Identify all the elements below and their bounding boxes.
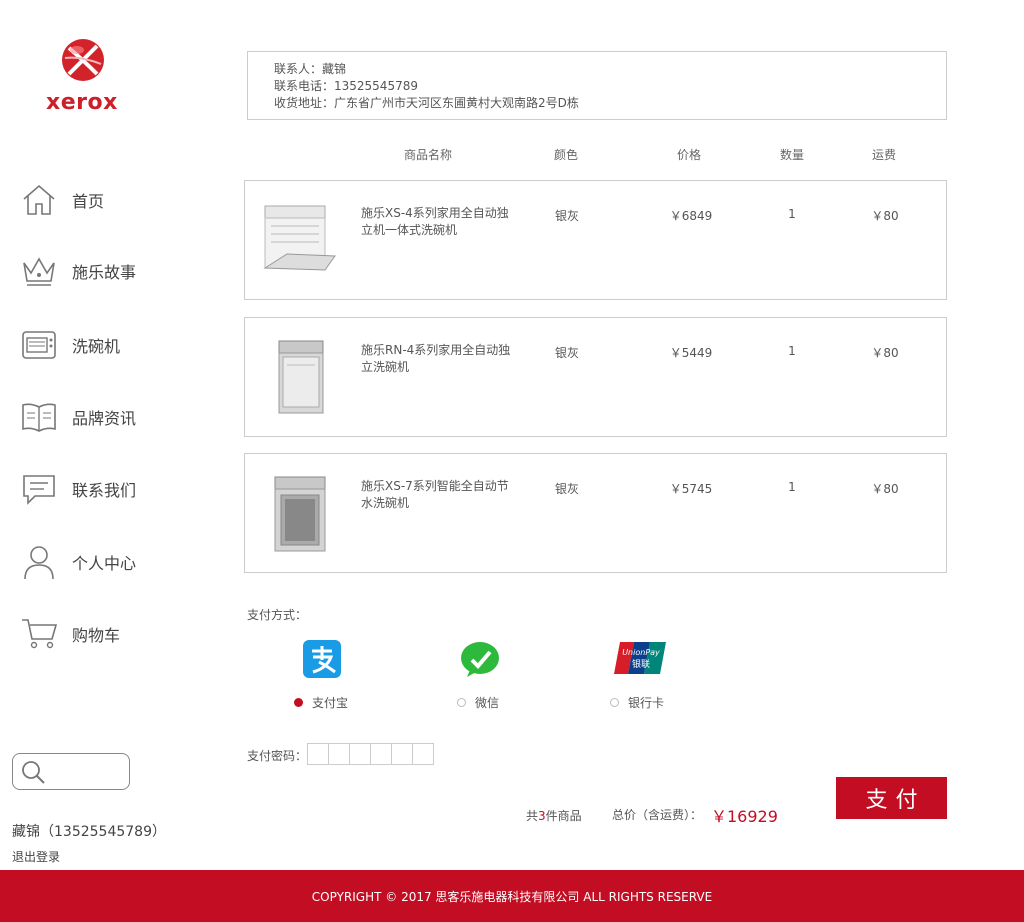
product-shipping: ￥80	[871, 346, 899, 360]
footer-copyright: COPYRIGHT © 2017 思客乐施电器科技有限公司 ALL RIGHTS…	[0, 870, 1024, 922]
radio-selected-icon[interactable]	[294, 698, 303, 707]
radio-unselected-icon[interactable]	[457, 698, 466, 707]
product-color: 银灰	[554, 346, 580, 360]
password-digit-box[interactable]	[391, 743, 413, 765]
product-quantity: 1	[788, 480, 796, 494]
product-image	[263, 205, 336, 271]
password-digit-box[interactable]	[349, 743, 371, 765]
contact-phone: 联系电话：13525545789	[274, 79, 418, 93]
payment-option-wechat[interactable]: 微信	[457, 694, 499, 711]
item-count-suffix: 件商品	[545, 809, 582, 823]
item-count: 共3件商品	[526, 807, 582, 824]
product-name[interactable]: 施乐XS-4系列家用全自动独立机一体式洗碗机	[361, 205, 511, 239]
user-icon	[20, 545, 58, 580]
payment-option-label: 支付宝	[312, 696, 349, 710]
sidebar-item-label: 购物车	[72, 626, 121, 645]
sidebar-item-cart[interactable]: 购物车	[20, 614, 120, 654]
xerox-ball-icon	[62, 39, 104, 81]
payment-password-label: 支付密码：	[247, 749, 308, 763]
contact-name: 联系人：藏锦	[274, 62, 347, 76]
home-icon	[20, 183, 58, 217]
product-quantity: 1	[788, 344, 796, 358]
search-icon	[22, 760, 45, 784]
item-count-prefix: 共	[526, 809, 539, 823]
product-shipping: ￥80	[871, 209, 899, 223]
header-quantity: 数量	[779, 148, 805, 162]
checkout-page: xerox 首页 施乐故事 洗碗机 品牌资讯 联系我们 个人中心 购物车 藏锦（…	[0, 0, 1024, 922]
sidebar-item-news[interactable]: 品牌资讯	[20, 397, 136, 437]
product-price: ￥5449	[669, 346, 713, 360]
payment-password-input[interactable]	[307, 743, 434, 765]
payment-option-label: 微信	[475, 696, 500, 710]
book-icon	[20, 400, 58, 434]
product-color: 银灰	[554, 482, 580, 496]
search-box[interactable]	[12, 753, 130, 790]
payment-method-label: 支付方式：	[247, 608, 308, 622]
sidebar-item-dishwasher[interactable]: 洗碗机	[20, 325, 120, 365]
user-info: 藏锦（13525545789）	[12, 824, 166, 840]
product-price: ￥6849	[669, 209, 713, 223]
crown-icon	[20, 254, 58, 288]
svg-text:银联: 银联	[632, 658, 650, 670]
shipping-address: 联系人：藏锦 联系电话：13525545789 收货地址：广东省广州市天河区东圃…	[247, 51, 947, 120]
payment-option-label: 银行卡	[628, 696, 665, 710]
sidebar-item-label: 洗碗机	[72, 337, 121, 356]
alipay-icon[interactable]	[303, 640, 341, 678]
brand-logo[interactable]: xerox	[44, 38, 124, 118]
password-digit-box[interactable]	[328, 743, 350, 765]
item-count-number: 3	[538, 809, 546, 823]
product-shipping: ￥80	[871, 482, 899, 496]
password-digit-box[interactable]	[370, 743, 392, 765]
delivery-address: 收货地址：广东省广州市天河区东圃黄村大观南路2号D栋	[274, 96, 579, 110]
product-price: ￥5745	[669, 482, 713, 496]
sidebar-item-contact[interactable]: 联系我们	[20, 469, 136, 509]
dishwasher-icon	[20, 328, 58, 362]
header-color: 颜色	[553, 148, 579, 162]
sidebar-item-home[interactable]: 首页	[20, 180, 104, 220]
brand-wordmark: xerox	[46, 90, 118, 115]
header-product-name: 商品名称	[403, 148, 453, 162]
chat-icon	[20, 472, 58, 506]
password-digit-box[interactable]	[412, 743, 434, 765]
product-name[interactable]: 施乐RN-4系列家用全自动独立洗碗机	[361, 342, 511, 376]
sidebar-item-label: 施乐故事	[72, 263, 137, 282]
table-row: 施乐XS-7系列智能全自动节水洗碗机 银灰 ￥5745 1 ￥80	[244, 453, 947, 573]
table-row: 施乐RN-4系列家用全自动独立洗碗机 银灰 ￥5449 1 ￥80	[244, 317, 947, 437]
product-color: 银灰	[554, 209, 580, 223]
header-price: 价格	[676, 148, 702, 162]
sidebar-item-story[interactable]: 施乐故事	[20, 251, 136, 291]
total-price: ￥16929	[711, 807, 778, 826]
password-digit-box[interactable]	[307, 743, 329, 765]
product-name[interactable]: 施乐XS-7系列智能全自动节水洗碗机	[361, 478, 511, 512]
product-quantity: 1	[788, 207, 796, 221]
product-image	[274, 476, 326, 552]
pay-button[interactable]: 支付	[836, 777, 947, 819]
radio-unselected-icon[interactable]	[610, 698, 619, 707]
payment-option-alipay[interactable]: 支付宝	[294, 694, 348, 711]
table-row: 施乐XS-4系列家用全自动独立机一体式洗碗机 银灰 ￥6849 1 ￥80	[244, 180, 947, 300]
header-shipping: 运费	[871, 148, 897, 162]
sidebar-item-label: 品牌资讯	[72, 409, 137, 428]
product-image	[278, 340, 324, 414]
cart-icon	[20, 617, 58, 651]
sidebar-item-label: 首页	[72, 192, 105, 211]
wechat-icon[interactable]	[460, 640, 500, 678]
sidebar-item-label: 个人中心	[72, 554, 137, 573]
logout-link[interactable]: 退出登录	[12, 848, 60, 865]
payment-option-bankcard[interactable]: 银行卡	[610, 694, 664, 711]
unionpay-icon[interactable]: UnionPay 银联	[614, 640, 668, 676]
sidebar-item-profile[interactable]: 个人中心	[20, 542, 136, 582]
sidebar-item-label: 联系我们	[72, 481, 137, 500]
svg-text:UnionPay: UnionPay	[622, 648, 660, 657]
total-label: 总价（含运费）：	[612, 808, 703, 822]
